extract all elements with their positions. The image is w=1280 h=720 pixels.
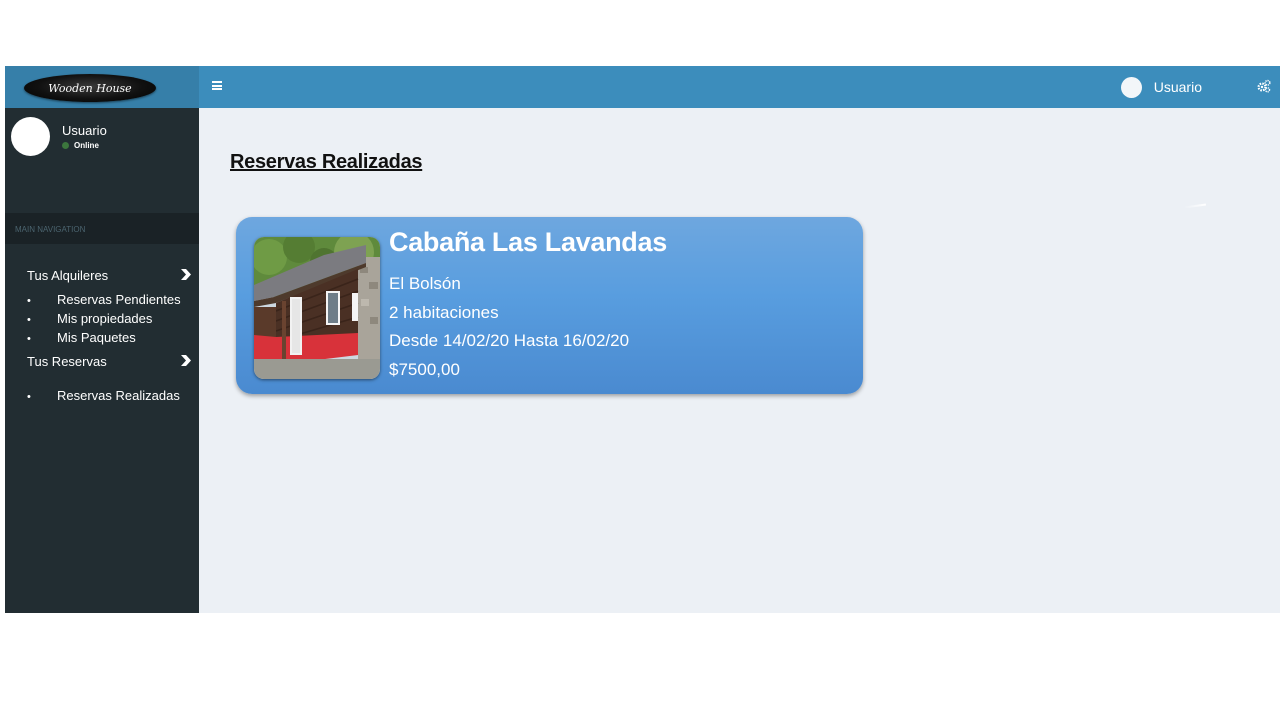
chevron-right-icon [181, 269, 191, 280]
sidebar-group-tus-alquileres[interactable]: Tus Alquileres [27, 268, 192, 283]
sidebar-user-name: Usuario [62, 123, 107, 138]
decorative-streak [1183, 203, 1207, 209]
sidebar-group-label: Tus Reservas [27, 354, 107, 369]
brand-logo-text: Wooden House [48, 81, 132, 95]
sidebar-item-mis-paquetes[interactable]: • Mis Paquetes [27, 330, 197, 345]
reservation-title: Cabaña Las Lavandas [389, 227, 667, 257]
sidebar: Usuario Online MAIN NAVIGATION Tus Alqui… [5, 108, 199, 613]
avatar [1120, 76, 1142, 98]
gears-icon[interactable] [1257, 79, 1271, 93]
online-dot-icon [62, 142, 69, 149]
cabin-photo [254, 237, 380, 379]
reservation-rooms: 2 habitaciones [389, 303, 499, 322]
user-menu-name: Usuario [1153, 79, 1202, 95]
sidebar-item-mis-propiedades[interactable]: • Mis propiedades [27, 311, 197, 326]
sidebar-group-tus-reservas[interactable]: Tus Reservas [27, 354, 192, 369]
app-window: Wooden House Usuario Usuario Online MAIN… [5, 66, 1280, 613]
top-navbar: Usuario [199, 66, 1280, 108]
logo-area[interactable]: Wooden House [5, 66, 199, 108]
sidebar-item-reservas-pendientes[interactable]: • Reservas Pendientes [27, 292, 197, 307]
avatar [11, 117, 50, 156]
user-menu[interactable]: Usuario [1120, 76, 1202, 98]
page-title: Reservas Realizadas [230, 151, 423, 173]
reservation-dates: Desde 14/02/20 Hasta 16/02/20 [389, 331, 630, 350]
main-content: Reservas Realizadas Cabaña Las Lavandas … [199, 108, 1280, 613]
status-badge: Online [62, 141, 99, 150]
status-text: Online [74, 141, 99, 150]
chevron-right-icon [181, 355, 191, 366]
reservation-card[interactable]: Cabaña Las Lavandas El Bolsón 2 habitaci… [236, 217, 863, 394]
hamburger-icon[interactable] [212, 81, 222, 90]
brand-logo[interactable]: Wooden House [24, 74, 156, 102]
nav-header: MAIN NAVIGATION [5, 213, 199, 244]
sidebar-group-label: Tus Alquileres [27, 268, 109, 283]
reservation-location: El Bolsón [389, 274, 461, 293]
sidebar-item-reservas-realizadas[interactable]: • Reservas Realizadas [27, 388, 197, 403]
reservation-price: $7500,00 [389, 360, 460, 379]
